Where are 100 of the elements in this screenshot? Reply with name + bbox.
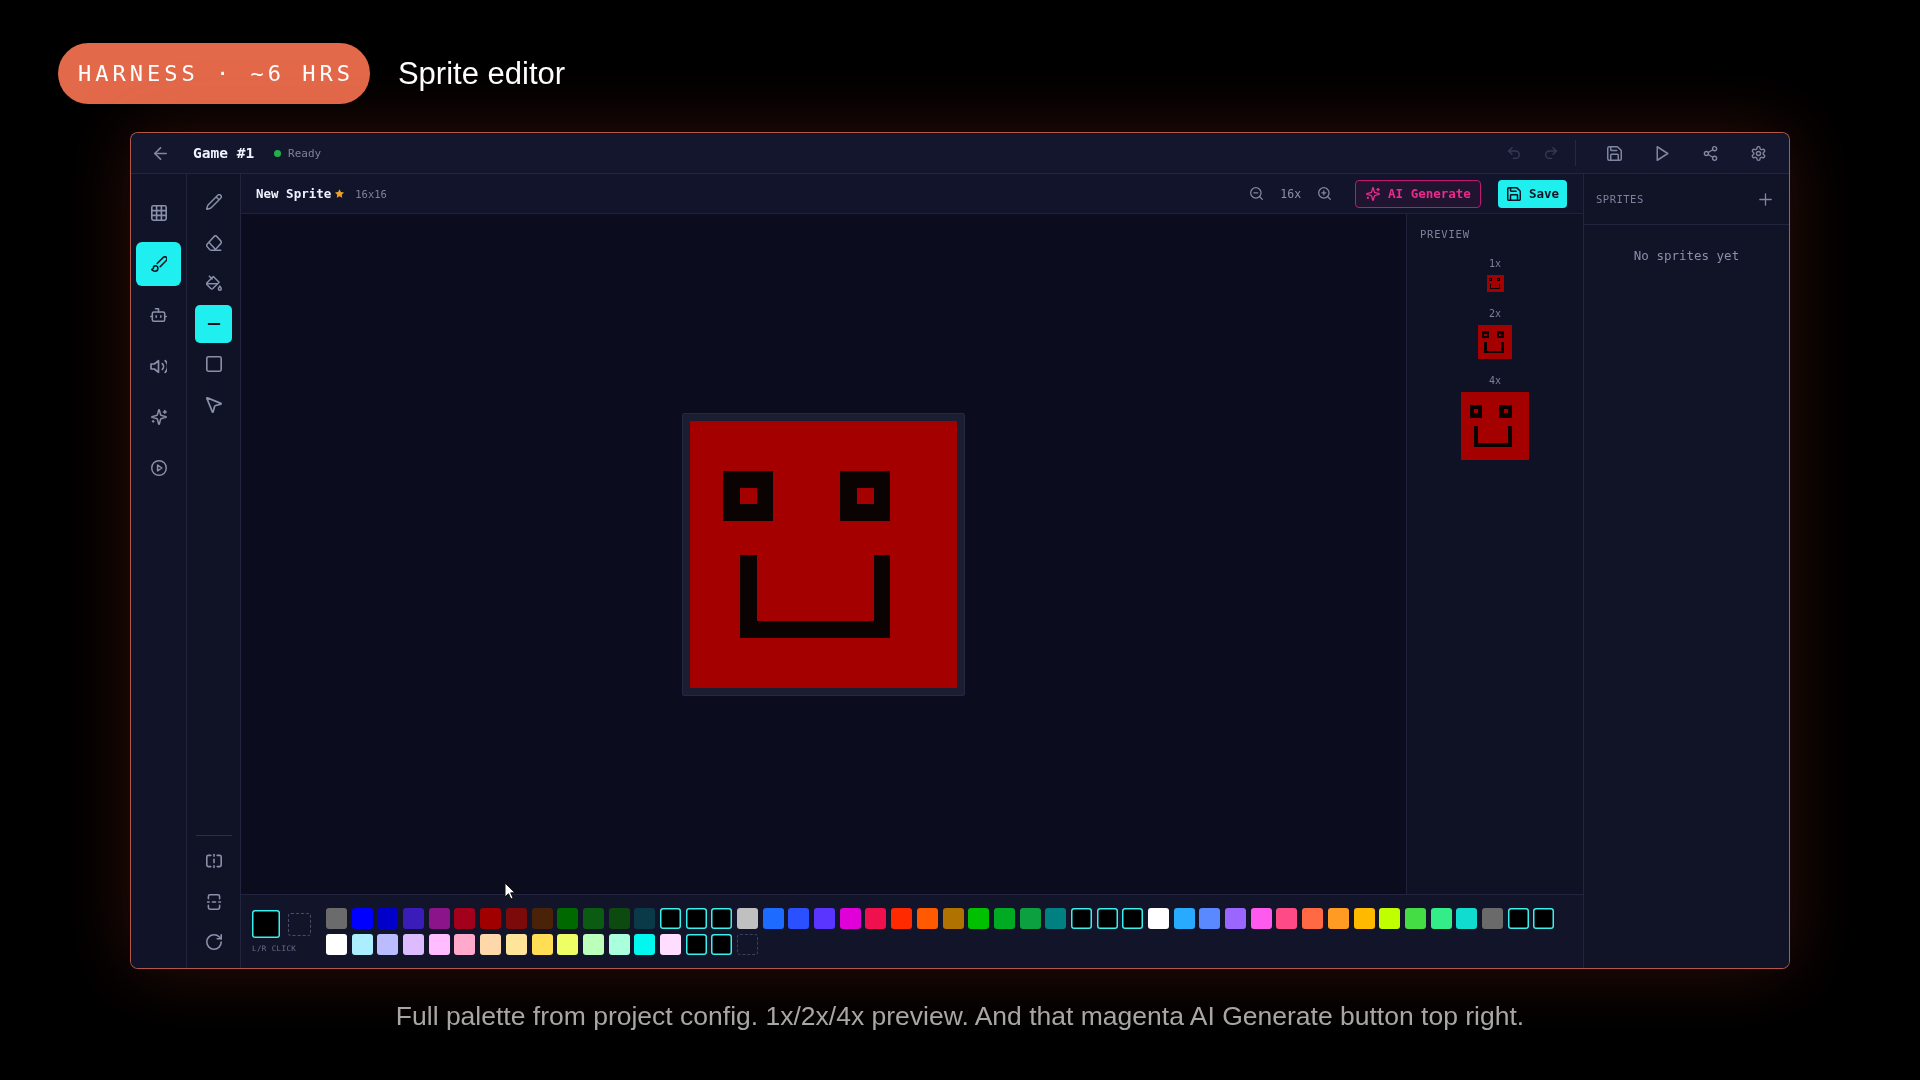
color-swatch-icon[interactable]: [531, 908, 553, 929]
color-swatch-icon[interactable]: [1250, 908, 1272, 929]
speaker-icon: [150, 358, 167, 374]
color-swatch-icon[interactable]: [1353, 908, 1375, 929]
undo-icon: [1508, 147, 1520, 159]
color-swatch-icon[interactable]: [608, 934, 630, 955]
color-swatch-icon[interactable]: [685, 934, 707, 955]
save-button[interactable]: Save: [1497, 179, 1567, 208]
color-swatch-icon[interactable]: [634, 908, 656, 929]
color-swatch-icon[interactable]: [582, 908, 604, 929]
color-swatch-icon[interactable]: [788, 908, 810, 929]
scale-label: 1x: [1488, 258, 1501, 269]
color-swatch-icon[interactable]: [1019, 908, 1041, 929]
ai-generate-button[interactable]: AI Generate: [1355, 179, 1481, 208]
cursor-icon: [205, 396, 222, 413]
color-swatch-icon[interactable]: [1122, 908, 1144, 929]
color-swatch-icon[interactable]: [711, 934, 733, 955]
smiley-preview-drawing: [1478, 325, 1512, 359]
color-swatch-icon[interactable]: [762, 908, 784, 929]
line-tool-button[interactable]: [195, 304, 232, 343]
zoom-out-icon: [1249, 187, 1263, 200]
color-swatch-icon[interactable]: [968, 908, 990, 929]
color-swatch-icon[interactable]: [505, 908, 527, 929]
color-swatch-icon[interactable]: [814, 908, 836, 929]
status-label: Ready: [288, 146, 322, 160]
scale-label: 2x: [1488, 308, 1501, 319]
color-swatch-icon[interactable]: [839, 908, 861, 929]
color-swatch-icon[interactable]: [659, 934, 681, 955]
paint-bucket-icon: [205, 275, 222, 291]
color-swatch-icon[interactable]: [326, 908, 347, 929]
color-swatch-icon[interactable]: [1199, 908, 1221, 929]
color-swatch-icon[interactable]: [1481, 908, 1503, 929]
color-swatch-icon[interactable]: [377, 908, 399, 929]
status-dot-icon: [274, 149, 282, 157]
color-swatch-icon[interactable]: [531, 934, 553, 955]
save-icon: [1606, 145, 1622, 161]
color-swatch-icon[interactable]: [351, 908, 373, 929]
color-swatch-icon[interactable]: [1302, 908, 1324, 929]
color-swatch-icon[interactable]: [557, 908, 579, 929]
color-swatch-icon[interactable]: [1404, 908, 1426, 929]
color-swatch-icon[interactable]: [659, 908, 681, 929]
color-swatch-icon[interactable]: [737, 908, 758, 929]
transparent-swatch-icon[interactable]: [737, 934, 758, 955]
color-swatch-icon[interactable]: [1507, 908, 1529, 929]
color-swatch-icon[interactable]: [480, 908, 502, 929]
color-swatch-icon[interactable]: [557, 934, 579, 955]
settings-icon: [1750, 145, 1766, 161]
brush-icon: [150, 256, 167, 272]
smiley-preview-drawing: [1461, 392, 1529, 460]
scale-label: 4x: [1488, 375, 1501, 386]
preview-title: PREVIEW: [1420, 228, 1470, 240]
flip-horizontal-icon: [205, 853, 222, 869]
empty-message: No sprites yet: [1633, 248, 1740, 263]
color-swatch-icon[interactable]: [582, 934, 604, 955]
color-swatch-icon[interactable]: [1096, 908, 1118, 929]
robot-icon: [150, 308, 167, 322]
tag-badge: HARNESS · ~6 HRS: [58, 43, 370, 104]
brush-button[interactable]: [136, 242, 181, 286]
color-swatch-icon[interactable]: [916, 908, 938, 929]
color-swatch-icon[interactable]: [403, 934, 425, 955]
color-swatch-icon[interactable]: [1070, 908, 1092, 929]
color-swatch-icon[interactable]: [1456, 908, 1478, 929]
color-swatch-icon[interactable]: [1148, 908, 1169, 929]
color-swatch-icon[interactable]: [505, 934, 527, 955]
color-swatch-icon[interactable]: [942, 908, 964, 929]
color-swatch-icon[interactable]: [1225, 908, 1247, 929]
redo-icon: [1545, 147, 1557, 159]
color-swatch-icon[interactable]: [993, 908, 1015, 929]
color-swatch-icon[interactable]: [428, 934, 450, 955]
color-swatch-icon[interactable]: [1533, 908, 1555, 929]
color-swatch-icon[interactable]: [480, 934, 502, 955]
color-swatch-icon[interactable]: [454, 934, 476, 955]
color-swatch-icon[interactable]: [634, 934, 656, 955]
color-swatch-icon[interactable]: [326, 934, 347, 955]
sprite-size: 16x16: [355, 187, 387, 200]
caption-text: Full palette from project config. 1x/2x/4x preview. And that magenta AI Generate button top right.: [395, 1001, 1525, 1032]
color-swatch-icon[interactable]: [377, 934, 399, 955]
color-swatch-icon[interactable]: [403, 908, 425, 929]
color-swatch-icon[interactable]: [865, 908, 887, 929]
color-swatch-icon[interactable]: [685, 908, 707, 929]
primary-color-icon[interactable]: [252, 910, 280, 938]
plus-icon: [1758, 192, 1772, 206]
zoom-level: 16x: [1280, 186, 1302, 201]
save-icon: [1506, 186, 1521, 201]
color-swatch-icon[interactable]: [1173, 908, 1195, 929]
sparkles-icon: [150, 409, 167, 425]
color-swatch-icon[interactable]: [1327, 908, 1349, 929]
color-swatch-icon[interactable]: [1430, 908, 1452, 929]
color-swatch-icon[interactable]: [351, 934, 373, 955]
color-swatch-icon[interactable]: [1379, 908, 1401, 929]
color-swatch-icon[interactable]: [891, 908, 913, 929]
sprites-title: SPRITES: [1596, 193, 1644, 205]
page-title: Sprite editor: [397, 55, 566, 92]
color-swatch-icon[interactable]: [711, 908, 733, 929]
color-swatch-icon[interactable]: [608, 908, 630, 929]
color-swatch-icon[interactable]: [428, 908, 450, 929]
color-swatch-icon[interactable]: [1276, 908, 1298, 929]
color-swatch-icon[interactable]: [1045, 908, 1067, 929]
sparkles-icon: [1366, 186, 1381, 201]
color-swatch-icon[interactable]: [454, 908, 476, 929]
